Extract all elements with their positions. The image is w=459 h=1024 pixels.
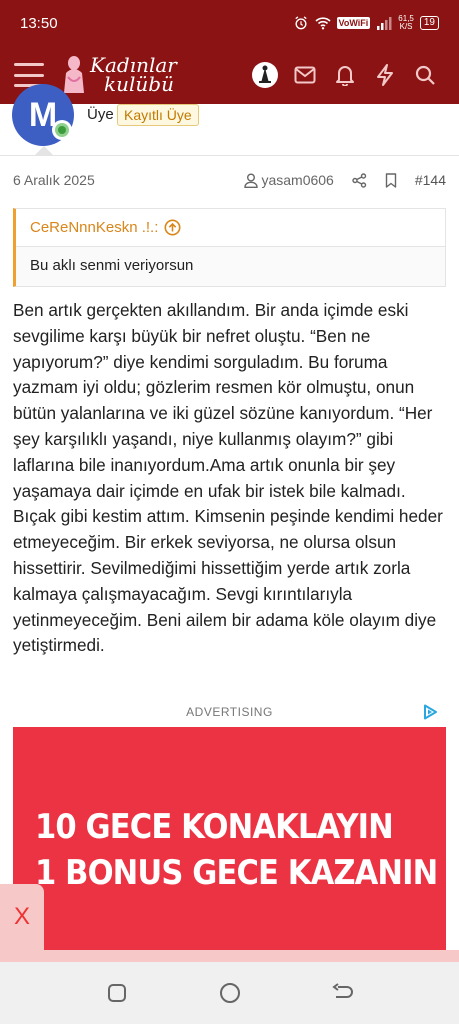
status-icons: VoWiFi 61,5 K/S 19 bbox=[293, 15, 439, 31]
bookmark-icon bbox=[385, 172, 397, 188]
share-button[interactable] bbox=[352, 172, 367, 188]
bolt-icon bbox=[377, 64, 393, 86]
user-role: Üye bbox=[87, 106, 114, 123]
wifi-icon bbox=[314, 17, 331, 30]
ad-headline-1: 10 GECE KONAKLAYIN bbox=[35, 807, 394, 847]
divider bbox=[0, 155, 459, 156]
post-author-name: yasam0606 bbox=[261, 172, 334, 188]
search-icon bbox=[415, 65, 435, 85]
adchoices-icon[interactable] bbox=[422, 704, 438, 720]
quote-block: CeReNnnKeskn .!.: Bu aklı senmi veriyors… bbox=[13, 208, 446, 287]
back-icon bbox=[331, 983, 353, 998]
system-nav-bar bbox=[0, 962, 459, 1024]
online-dot-icon bbox=[55, 123, 69, 137]
online-indicator bbox=[52, 120, 72, 140]
recents-button[interactable] bbox=[97, 973, 137, 1013]
post-body: Ben artık gerçekten akıllandım. Bir anda… bbox=[13, 300, 443, 656]
user-avatar-icon bbox=[252, 62, 278, 88]
ad-close-button[interactable]: X bbox=[0, 884, 44, 950]
bookmark-button[interactable] bbox=[385, 172, 397, 188]
ad-headline-2: 1 BONUS GECE KAZANIN bbox=[35, 853, 438, 893]
bell-icon bbox=[336, 66, 354, 86]
menu-icon-line bbox=[14, 73, 44, 77]
app-bar: Kadınlar kulübü bbox=[0, 46, 459, 104]
post-author[interactable]: yasam0606 bbox=[244, 172, 334, 188]
post-meta: 6 Aralık 2025 yasam0606 #144 bbox=[13, 168, 446, 192]
ad-label: ADVERTISING bbox=[186, 705, 273, 719]
user-badge: Kayıtlı Üye bbox=[117, 104, 199, 126]
whats-new-button[interactable] bbox=[365, 55, 405, 95]
status-time: 13:50 bbox=[20, 14, 58, 32]
quote-header[interactable]: CeReNnnKeskn .!.: bbox=[16, 209, 445, 247]
menu-icon-line bbox=[14, 63, 44, 66]
share-icon bbox=[352, 172, 367, 188]
quote-author[interactable]: CeReNnnKeskn .!.: bbox=[30, 219, 158, 236]
user-avatar-button[interactable] bbox=[245, 55, 285, 95]
messages-button[interactable] bbox=[285, 55, 325, 95]
logo-text: Kadınlar kulübü bbox=[90, 55, 177, 96]
battery-level: 19 bbox=[419, 16, 439, 30]
logo-figure-icon bbox=[64, 56, 84, 93]
home-button[interactable] bbox=[210, 973, 250, 1013]
status-bar: 13:50 VoWiFi 61,5 K/S 19 bbox=[0, 0, 459, 46]
signal-icon bbox=[377, 17, 392, 30]
search-button[interactable] bbox=[405, 55, 445, 95]
post-date[interactable]: 6 Aralık 2025 bbox=[13, 172, 244, 188]
site-logo[interactable]: Kadınlar kulübü bbox=[62, 50, 187, 100]
post-user-row: M Üye Kayıtlı Üye bbox=[0, 84, 459, 156]
alarm-icon bbox=[294, 16, 307, 30]
mail-icon bbox=[294, 66, 316, 84]
back-button[interactable] bbox=[323, 973, 363, 1013]
network-speed: 61,5 K/S bbox=[398, 14, 414, 31]
user-icon bbox=[244, 173, 259, 188]
notifications-button[interactable] bbox=[325, 55, 365, 95]
vowifi-badge: VoWiFi bbox=[336, 17, 371, 29]
quote-text: Bu aklı senmi veriyorsun bbox=[30, 257, 194, 274]
arrow-up-circle-icon[interactable] bbox=[164, 219, 181, 236]
home-icon bbox=[219, 983, 240, 1003]
post-number[interactable]: #144 bbox=[415, 172, 446, 188]
recents-icon bbox=[107, 984, 126, 1002]
logo-line-2: kulübü bbox=[104, 72, 174, 96]
ad-footer-strip bbox=[0, 950, 459, 962]
ad-banner[interactable]: 10 GECE KONAKLAYIN 1 BONUS GECE KAZANIN bbox=[13, 727, 446, 962]
